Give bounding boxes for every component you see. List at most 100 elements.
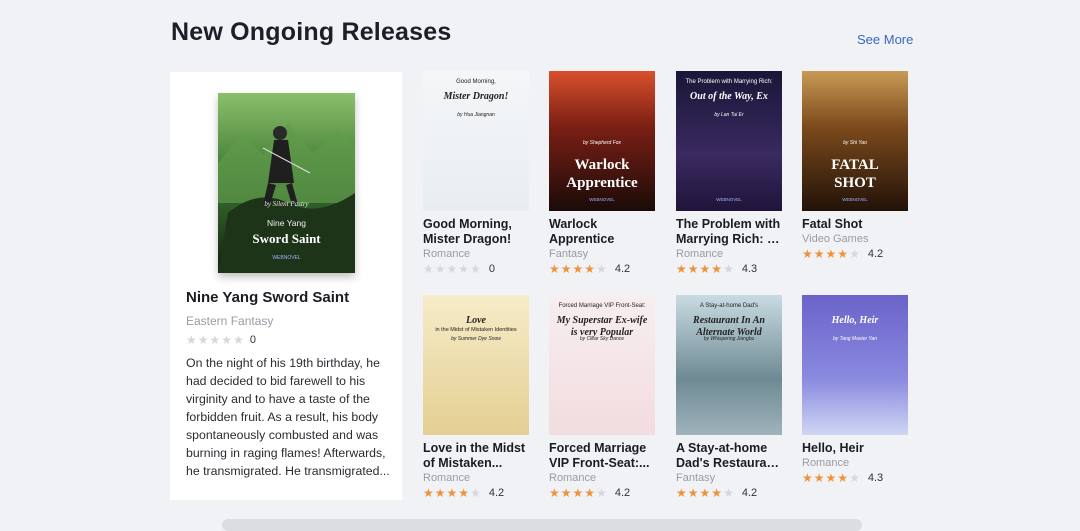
star-filled-icon: ★ bbox=[699, 486, 711, 500]
rating-stars: ★ ★ ★ ★ ★ bbox=[549, 487, 607, 499]
see-more-link[interactable]: See More bbox=[857, 32, 913, 47]
star-filled-icon: ★ bbox=[711, 262, 723, 276]
book-genre[interactable]: Romance bbox=[549, 472, 657, 484]
book-card[interactable]: The Problem with Marrying Rich: Out of th… bbox=[676, 71, 784, 275]
star-filled-icon: ★ bbox=[687, 262, 699, 276]
book-card[interactable]: Hello, Heir by Tang Master Yan Hello, Heir… bbox=[802, 295, 910, 484]
book-rating: ★ ★ ★ ★ ★ 4.2 bbox=[676, 487, 784, 499]
book-title-line1[interactable]: Warlock bbox=[549, 217, 657, 232]
featured-book-cover[interactable]: by Silent Pastry Nine Yang Sword Saint W… bbox=[218, 93, 355, 273]
rating-value: 4.2 bbox=[488, 487, 505, 499]
book-card[interactable]: Good Morning, Mister Dragon! by Hua Jiangn… bbox=[423, 71, 531, 275]
featured-book-title[interactable]: Nine Yang Sword Saint bbox=[186, 289, 349, 306]
star-filled-icon: ★ bbox=[572, 262, 584, 276]
star-empty-icon: ★ bbox=[723, 486, 734, 500]
cover-main-text: Mister Dragon! bbox=[443, 91, 509, 102]
star-empty-icon: ★ bbox=[596, 486, 607, 500]
rating-stars: ★ ★ ★ ★ ★ bbox=[676, 487, 734, 499]
cover-author-text: by Tang Master Yan bbox=[832, 336, 878, 342]
rating-stars: ★ ★ ★ ★ ★ bbox=[802, 472, 860, 484]
book-cover[interactable]: Love in the Midst of Mistaken Identities b… bbox=[423, 295, 529, 435]
book-genre[interactable]: Video Games bbox=[802, 233, 910, 245]
book-title-line1[interactable]: Hello, Heir bbox=[802, 441, 910, 456]
cover-main1-text: FATAL bbox=[831, 157, 879, 173]
star-filled-icon: ★ bbox=[549, 262, 560, 276]
book-cover[interactable]: Forced Marriage VIP Front-Seat: My Supers… bbox=[549, 295, 655, 435]
bottom-scroll-shadow bbox=[222, 519, 862, 531]
rating-value: 4.2 bbox=[614, 487, 631, 499]
book-title-line1[interactable]: Fatal Shot bbox=[802, 217, 910, 232]
star-filled-icon: ★ bbox=[446, 486, 458, 500]
book-cover[interactable]: Good Morning, Mister Dragon! by Hua Jiangn… bbox=[423, 71, 529, 211]
star-empty-icon: ★ bbox=[470, 486, 481, 500]
rating-stars: ★ ★ ★ ★ ★ bbox=[676, 263, 734, 275]
book-rating: ★ ★ ★ ★ ★ 4.2 bbox=[802, 248, 910, 260]
book-title-line1[interactable]: Good Morning, bbox=[423, 217, 531, 232]
star-empty-icon: ★ bbox=[458, 262, 470, 276]
book-rating: ★ ★ ★ ★ ★ 4.2 bbox=[423, 487, 531, 499]
cover-author-text: by Hua Jiangnan bbox=[457, 112, 495, 118]
book-title-line2[interactable]: Marrying Rich: O... bbox=[676, 232, 784, 247]
book-title-line2[interactable]: of Mistaken... bbox=[423, 456, 531, 471]
cover-main-text: Restaurant In An Alternate World bbox=[693, 315, 765, 338]
cover-author-text: by Clear Sky Dance bbox=[579, 336, 625, 342]
cover-author-text: by Whispering Jiangbu bbox=[703, 336, 755, 342]
book-cover[interactable]: by Shepherd Fox Warlock Apprentice WEBNOVEL bbox=[549, 71, 655, 211]
star-empty-icon: ★ bbox=[849, 471, 860, 485]
rating-value: 4.2 bbox=[867, 248, 884, 260]
rating-stars: ★ ★ ★ ★ ★ bbox=[423, 263, 481, 275]
star-filled-icon: ★ bbox=[560, 486, 572, 500]
featured-book-rating: ★ ★ ★ ★ ★ 0 bbox=[186, 334, 256, 346]
book-genre[interactable]: Romance bbox=[423, 248, 531, 260]
cover-main-text: Out of the Way, Ex bbox=[690, 91, 768, 102]
featured-cover-line1: Nine Yang bbox=[267, 218, 306, 228]
cover-author-text: by Summer Dye Snow bbox=[451, 336, 501, 342]
star-empty-icon: ★ bbox=[197, 333, 209, 347]
book-rating: ★ ★ ★ ★ ★ 4.2 bbox=[549, 263, 657, 275]
book-cover[interactable]: by Shi Yao FATAL SHOT WEBNOVEL bbox=[802, 71, 908, 211]
book-card[interactable]: Love in the Midst of Mistaken Identities b… bbox=[423, 295, 531, 499]
book-genre[interactable]: Romance bbox=[423, 472, 531, 484]
star-filled-icon: ★ bbox=[676, 262, 687, 276]
book-title-line2[interactable]: VIP Front-Seat:... bbox=[549, 456, 657, 471]
cover-main2-text: SHOT bbox=[834, 175, 876, 191]
book-genre[interactable]: Romance bbox=[802, 457, 910, 469]
star-filled-icon: ★ bbox=[837, 471, 849, 485]
book-cover[interactable]: Hello, Heir by Tang Master Yan bbox=[802, 295, 908, 435]
star-filled-icon: ★ bbox=[584, 262, 596, 276]
featured-cover-publisher: WEBNOVEL bbox=[272, 255, 301, 261]
rating-value: 0 bbox=[249, 334, 256, 346]
book-card[interactable]: by Shi Yao FATAL SHOT WEBNOVEL Fatal Shot Vid… bbox=[802, 71, 910, 260]
book-title-line2[interactable]: Dad's Restaurant... bbox=[676, 456, 784, 471]
book-genre[interactable]: Fantasy bbox=[676, 472, 784, 484]
rating-stars: ★ ★ ★ ★ ★ bbox=[549, 263, 607, 275]
book-title-line1[interactable]: A Stay-at-home bbox=[676, 441, 784, 456]
rating-value: 4.3 bbox=[867, 472, 884, 484]
book-cover[interactable]: The Problem with Marrying Rich: Out of th… bbox=[676, 71, 782, 211]
cover-top-text: A Stay-at-home Dad's bbox=[699, 303, 759, 309]
book-title-line1[interactable]: The Problem with bbox=[676, 217, 784, 232]
rating-value: 4.3 bbox=[741, 263, 758, 275]
book-title-line2[interactable]: Apprentice bbox=[549, 232, 657, 247]
featured-book-card[interactable]: by Silent Pastry Nine Yang Sword Saint W… bbox=[170, 72, 402, 500]
star-empty-icon: ★ bbox=[446, 262, 458, 276]
book-card[interactable]: Forced Marriage VIP Front-Seat: My Supers… bbox=[549, 295, 657, 499]
book-cover[interactable]: A Stay-at-home Dad's Restaurant In An Alt… bbox=[676, 295, 782, 435]
book-title-line1[interactable]: Forced Marriage bbox=[549, 441, 657, 456]
rating-stars: ★ ★ ★ ★ ★ bbox=[802, 248, 860, 260]
cover-publisher-text: WEBNOVEL bbox=[716, 197, 742, 202]
book-card[interactable]: A Stay-at-home Dad's Restaurant In An Alt… bbox=[676, 295, 784, 499]
star-empty-icon: ★ bbox=[849, 247, 860, 261]
book-title-line2[interactable]: Mister Dragon! bbox=[423, 232, 531, 247]
book-title-line1[interactable]: Love in the Midst bbox=[423, 441, 531, 456]
book-card[interactable]: by Shepherd Fox Warlock Apprentice WEBNOVEL… bbox=[549, 71, 657, 275]
star-filled-icon: ★ bbox=[676, 486, 687, 500]
cover-main-text: My Superstar Ex-wife is very Popular bbox=[556, 315, 648, 338]
book-genre[interactable]: Romance bbox=[676, 248, 784, 260]
star-filled-icon: ★ bbox=[813, 471, 825, 485]
book-rating: ★ ★ ★ ★ ★ 4.3 bbox=[676, 263, 784, 275]
cover-main-text: Hello, Heir bbox=[831, 315, 879, 326]
book-rating: ★ ★ ★ ★ ★ 0 bbox=[423, 263, 531, 275]
featured-book-genre[interactable]: Eastern Fantasy bbox=[186, 314, 273, 328]
book-genre[interactable]: Fantasy bbox=[549, 248, 657, 260]
